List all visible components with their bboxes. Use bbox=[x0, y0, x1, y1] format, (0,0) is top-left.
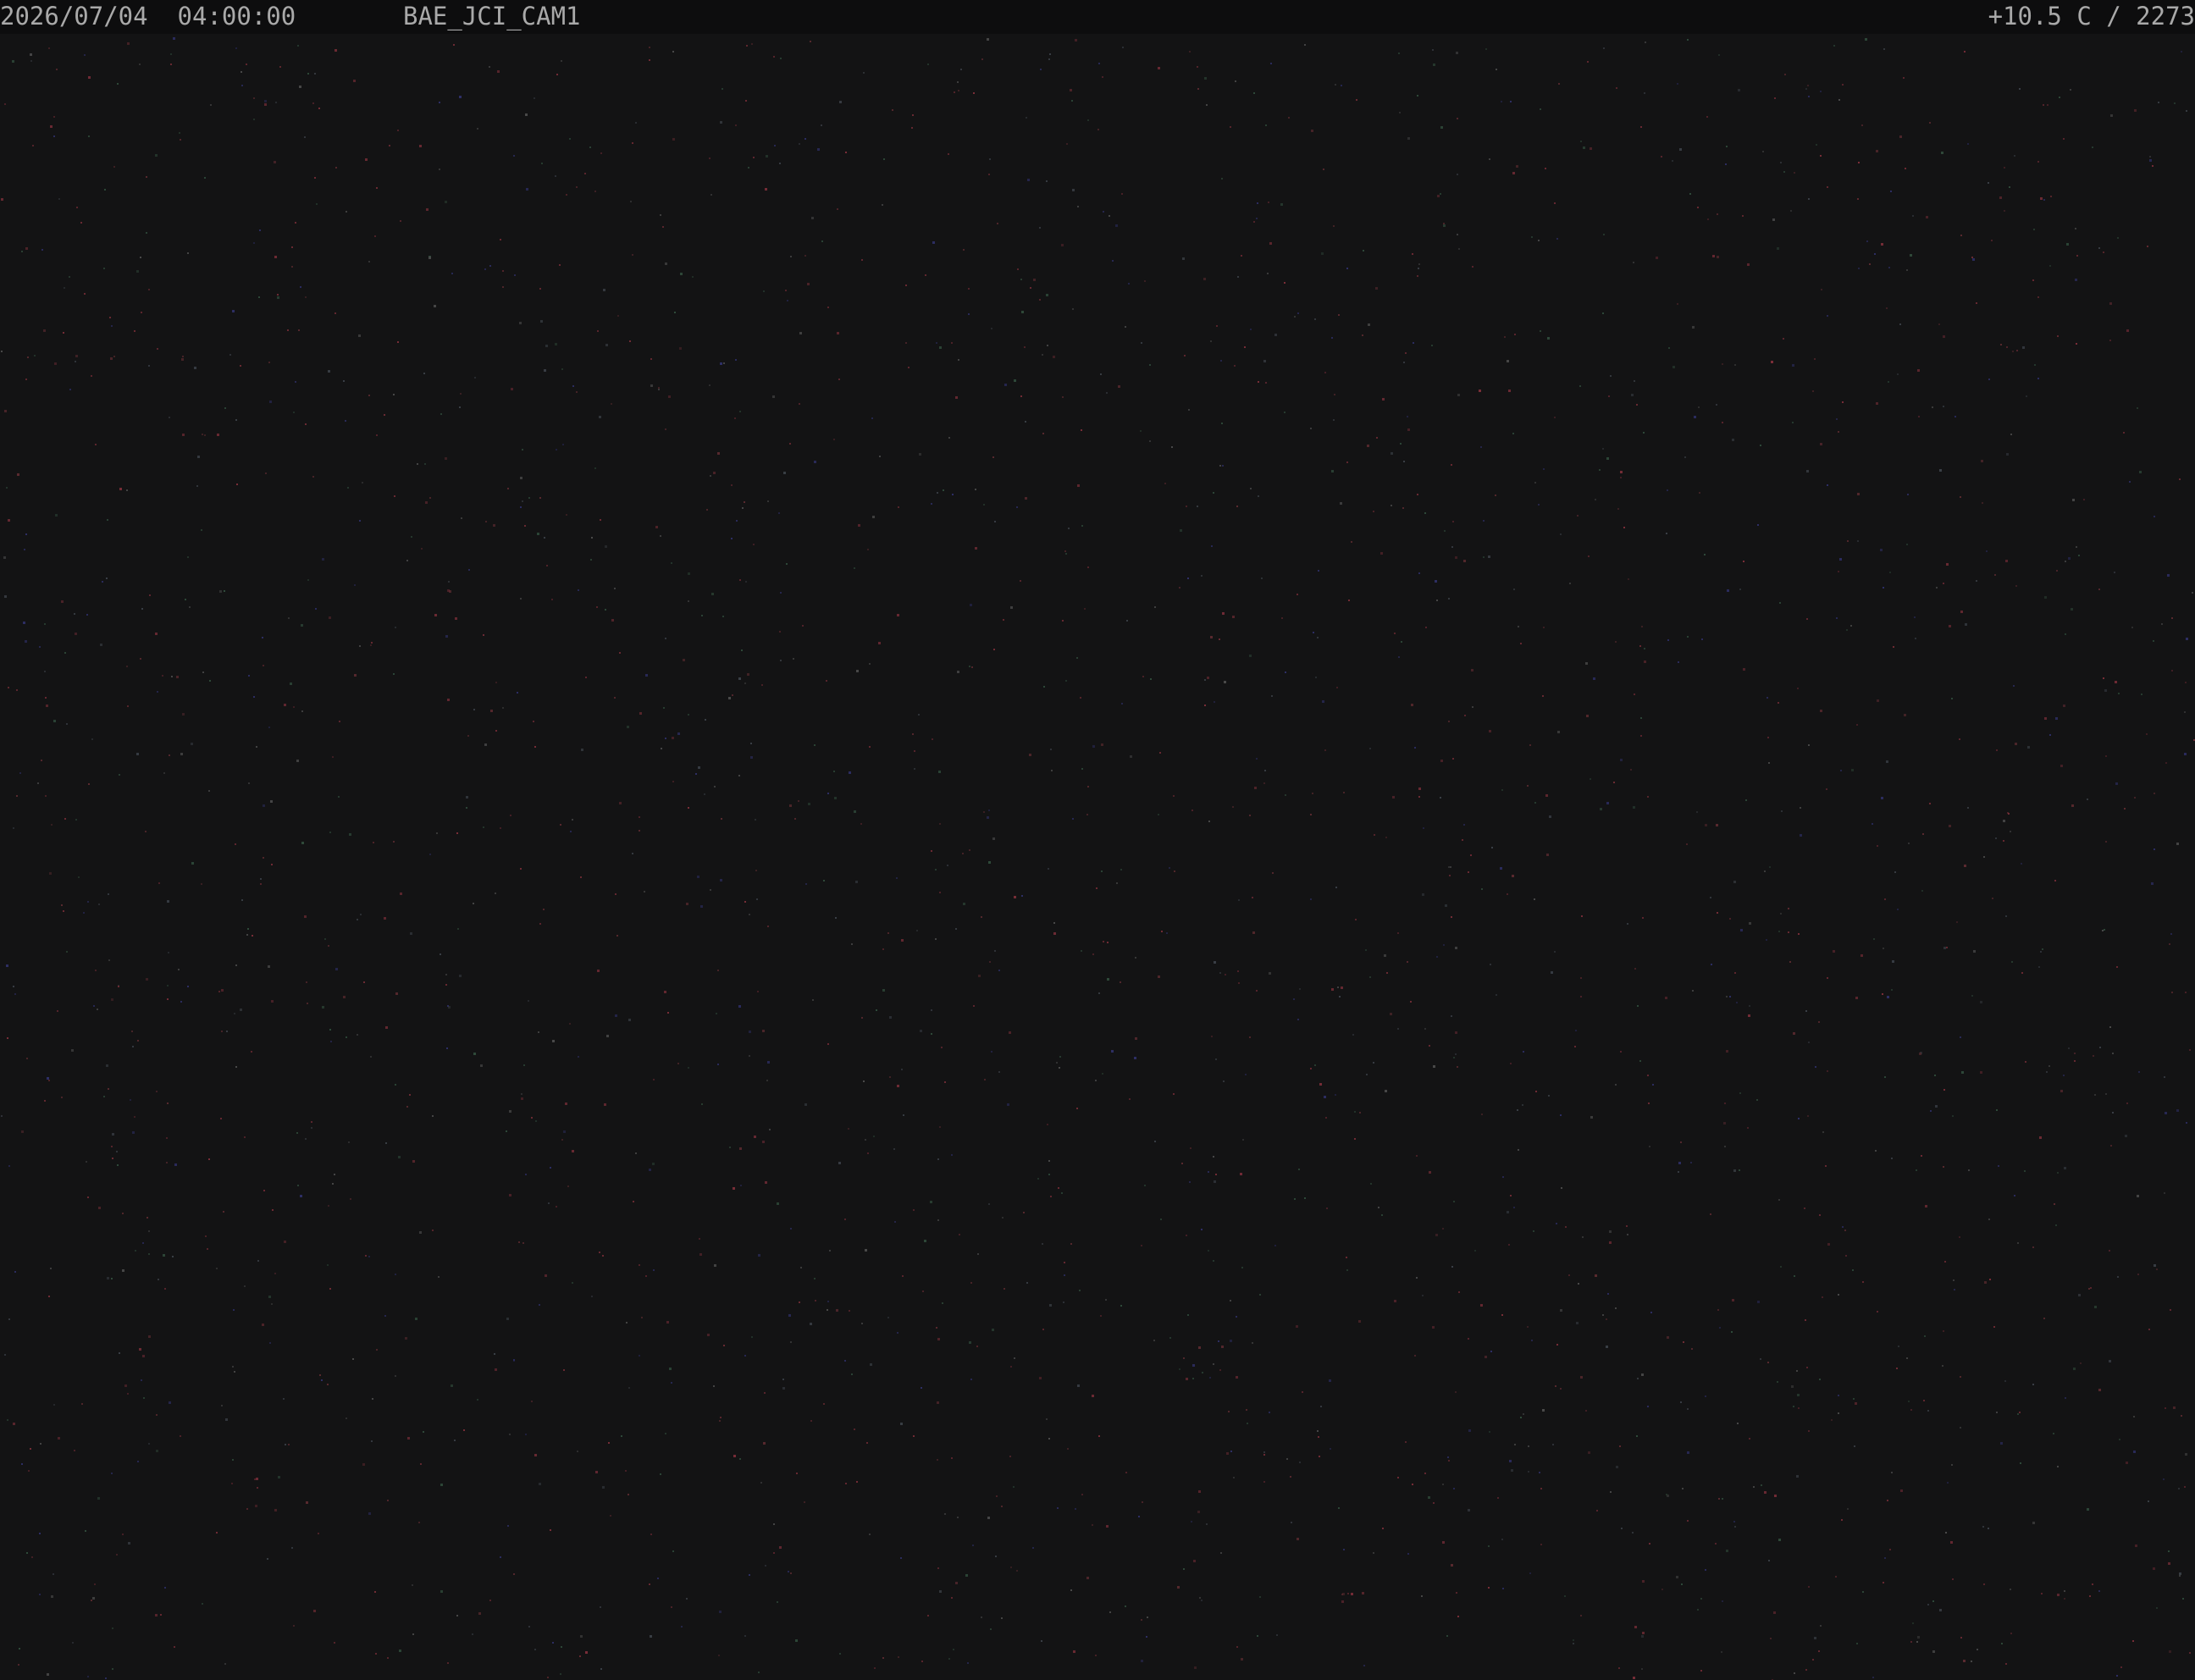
sensor-noise bbox=[1, 37, 2195, 1680]
camera-id-label: BAE_JCI_CAM1 bbox=[403, 2, 581, 30]
camera-frame: 2026/07/04 04:00:00 BAE_JCI_CAM1 +10.5 C… bbox=[0, 0, 2195, 1680]
sensor-reading-label: +10.5 C / 2273 bbox=[1988, 2, 2195, 30]
overlay-bar: 2026/07/04 04:00:00 BAE_JCI_CAM1 +10.5 C… bbox=[0, 0, 2195, 34]
timestamp-label: 2026/07/04 04:00:00 bbox=[0, 2, 296, 30]
